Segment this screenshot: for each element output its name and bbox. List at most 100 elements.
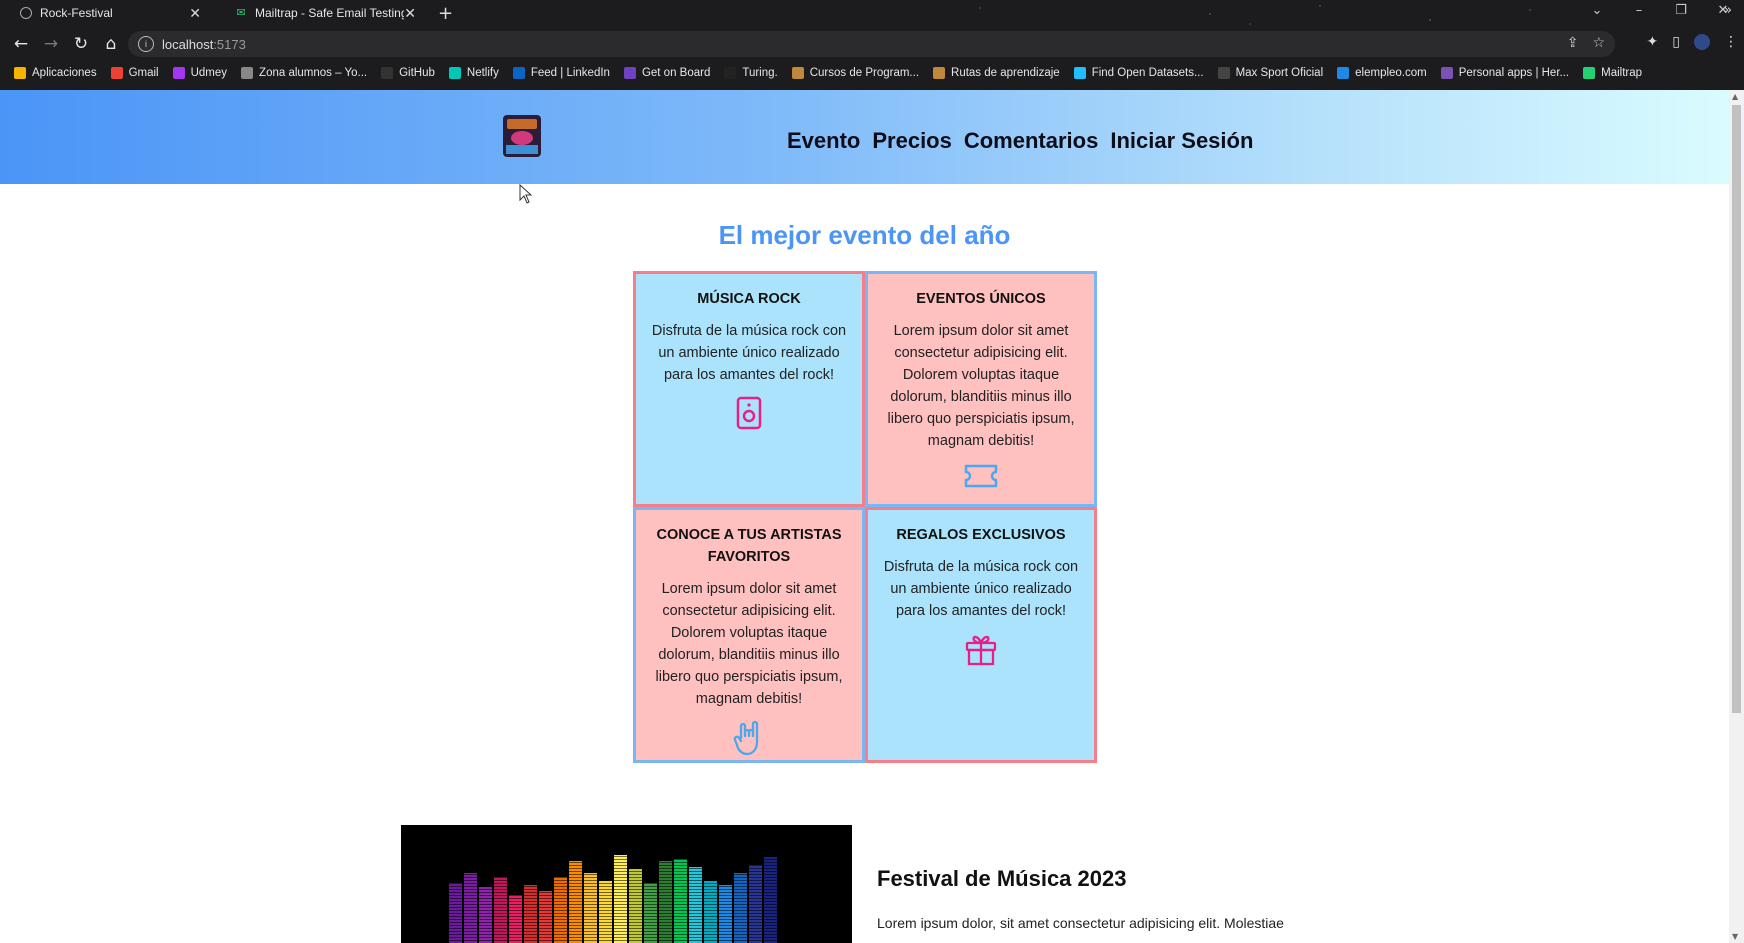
- heroku-icon: [1440, 67, 1453, 79]
- close-icon[interactable]: ✕: [404, 5, 416, 22]
- forward-icon[interactable]: →: [36, 34, 66, 54]
- scroll-up-icon[interactable]: ▲: [1732, 92, 1738, 101]
- bookmark-label: Zona alumnos – Yo...: [259, 67, 368, 79]
- bookmark-label: Aplicaciones: [32, 67, 97, 79]
- bookmark-item[interactable]: Personal apps | Her...: [1440, 67, 1570, 79]
- new-tab-button[interactable]: +: [438, 2, 453, 26]
- bookmark-item[interactable]: Gmail: [110, 67, 159, 79]
- bookmark-label: Get on Board: [641, 67, 711, 79]
- bookmark-label: elempleo.com: [1355, 67, 1427, 79]
- bookmark-label: Udmey: [190, 67, 228, 79]
- reload-icon[interactable]: ↻: [66, 34, 96, 54]
- card-regalos-exclusivos: REGALOS EXCLUSIVOS Disfruta de la música…: [865, 507, 1097, 763]
- bookmark-item[interactable]: Netlify: [448, 67, 499, 79]
- extensions-icon[interactable]: ✦: [1647, 34, 1659, 50]
- scrollbar-thumb[interactable]: [1732, 105, 1741, 713]
- bookmark-item[interactable]: Get on Board: [623, 67, 711, 79]
- tab-mailtrap[interactable]: ✉ Mailtrap - Safe Email Testing ✕: [215, 0, 430, 26]
- github-icon: [381, 67, 394, 79]
- browser-chrome: Rock-Festival ✕ ✉ Mailtrap - Safe Email …: [0, 0, 1744, 90]
- card-text: Disfruta de la música rock con un ambien…: [651, 323, 847, 383]
- gift-icon: [882, 632, 1080, 671]
- bookmark-item[interactable]: Max Sport Oficial: [1217, 67, 1324, 79]
- bookmarks-bar: Aplicaciones Gmail Udmey Zona alumnos – Yo.…: [0, 62, 1744, 84]
- card-title: MÚSICA ROCK: [697, 291, 801, 307]
- tab-rock-festival[interactable]: Rock-Festival ✕: [0, 0, 215, 26]
- bookmarks-overflow-icon[interactable]: »: [1724, 3, 1732, 18]
- nav-iniciar-sesion[interactable]: Iniciar Sesión: [1110, 128, 1253, 154]
- bookmark-item[interactable]: Turing.: [724, 67, 778, 79]
- bookmark-label: Personal apps | Her...: [1458, 67, 1570, 79]
- card-title: CONOCE A TUS ARTISTAS FAVORITOS: [656, 527, 842, 565]
- share-icon[interactable]: ⇪: [1567, 35, 1579, 51]
- udemy-icon: [172, 67, 185, 79]
- courses-icon: [791, 67, 804, 79]
- card-text: Disfruta de la música rock con un ambien…: [883, 559, 1079, 619]
- site-info-icon[interactable]: i: [138, 36, 154, 52]
- routes-icon: [933, 67, 946, 79]
- bookmark-label: Max Sport Oficial: [1235, 67, 1324, 79]
- ticket-icon: [882, 462, 1080, 495]
- side-panel-icon[interactable]: ▯: [1672, 34, 1680, 50]
- netlify-icon: [448, 67, 461, 79]
- bookmark-label: Turing.: [742, 67, 778, 79]
- card-text: Lorem ipsum dolor sit amet consectetur a…: [887, 323, 1075, 449]
- bookmark-item[interactable]: GitHub: [381, 67, 435, 79]
- home-icon[interactable]: ⌂: [96, 34, 126, 54]
- bookmark-label: Find Open Datasets...: [1091, 67, 1204, 79]
- bookmark-item[interactable]: Zona alumnos – Yo...: [241, 67, 367, 79]
- tab-search-icon[interactable]: ⌄: [1576, 0, 1618, 22]
- nav-evento[interactable]: Evento: [787, 128, 860, 154]
- globe-icon: [20, 7, 32, 19]
- card-title: REGALOS EXCLUSIVOS: [896, 527, 1066, 543]
- bookmark-item[interactable]: Cursos de Program...: [791, 67, 920, 79]
- nav-comentarios[interactable]: Comentarios: [964, 128, 1098, 154]
- maxsport-icon: [1217, 67, 1230, 79]
- bookmark-item[interactable]: Feed | LinkedIn: [512, 67, 610, 79]
- kaggle-icon: [1073, 67, 1086, 79]
- festival-logo[interactable]: [503, 115, 541, 157]
- bookmark-label: Netlify: [466, 67, 499, 79]
- url-host: localhost: [162, 36, 214, 52]
- page-scrollbar[interactable]: ▲ ▼: [1729, 90, 1744, 943]
- tab-title: Rock-Festival: [40, 6, 113, 20]
- card-musica-rock: MÚSICA ROCK Disfruta de la música rock c…: [633, 271, 865, 507]
- url-text[interactable]: localhost:5173: [162, 37, 246, 52]
- url-port: :5173: [213, 36, 246, 52]
- gmail-icon: [110, 67, 123, 79]
- getonboard-icon: [623, 67, 636, 79]
- card-eventos-unicos: EVENTOS ÚNICOS Lorem ipsum dolor sit ame…: [865, 271, 1097, 507]
- menu-kebab-icon[interactable]: ⋮: [1724, 34, 1738, 50]
- close-icon[interactable]: ✕: [189, 5, 201, 22]
- restore-icon[interactable]: ❐: [1660, 0, 1702, 22]
- linkedin-icon: [512, 67, 525, 79]
- address-bar[interactable]: i localhost:5173 ⇪ ☆: [128, 31, 1615, 57]
- bookmark-item[interactable]: Find Open Datasets...: [1073, 67, 1204, 79]
- bookmark-item[interactable]: Aplicaciones: [14, 67, 97, 79]
- elempleo-icon: [1337, 67, 1350, 79]
- site-header: Evento Precios Comentarios Iniciar Sesió…: [0, 90, 1729, 184]
- rock-hand-icon: [650, 720, 848, 761]
- bookmark-item[interactable]: elempleo.com: [1337, 67, 1427, 79]
- back-icon[interactable]: ←: [6, 34, 36, 54]
- browser-toolbar: ← → ↻ ⌂ i localhost:5173 ⇪ ☆ ✦ ▯ ⋮: [0, 30, 1744, 58]
- minimize-icon[interactable]: –: [1618, 0, 1660, 22]
- nav-precios[interactable]: Precios: [872, 128, 952, 154]
- bookmark-label: Mailtrap: [1601, 67, 1643, 79]
- bookmark-item[interactable]: Udmey: [172, 67, 228, 79]
- feature-title: Festival de Música 2023: [877, 866, 1127, 891]
- mouse-cursor-icon: [519, 184, 533, 204]
- bookmark-item[interactable]: Mailtrap: [1583, 67, 1642, 79]
- equalizer-image: [401, 825, 852, 943]
- bookmark-label: Cursos de Program...: [809, 67, 920, 79]
- mailtrap-icon: ✉: [236, 7, 246, 19]
- close-window-icon[interactable]: ✕: [1702, 0, 1744, 22]
- bookmark-label: Gmail: [128, 67, 159, 79]
- tab-title: Mailtrap - Safe Email Testing: [255, 6, 405, 20]
- card-title: EVENTOS ÚNICOS: [916, 291, 1046, 307]
- profile-avatar-icon[interactable]: [1694, 34, 1710, 50]
- bookmark-item[interactable]: Rutas de aprendizaje: [933, 67, 1060, 79]
- bookmark-star-icon[interactable]: ☆: [1592, 35, 1605, 51]
- scroll-down-icon[interactable]: ▼: [1732, 932, 1738, 941]
- apps-grid-icon: [14, 67, 26, 79]
